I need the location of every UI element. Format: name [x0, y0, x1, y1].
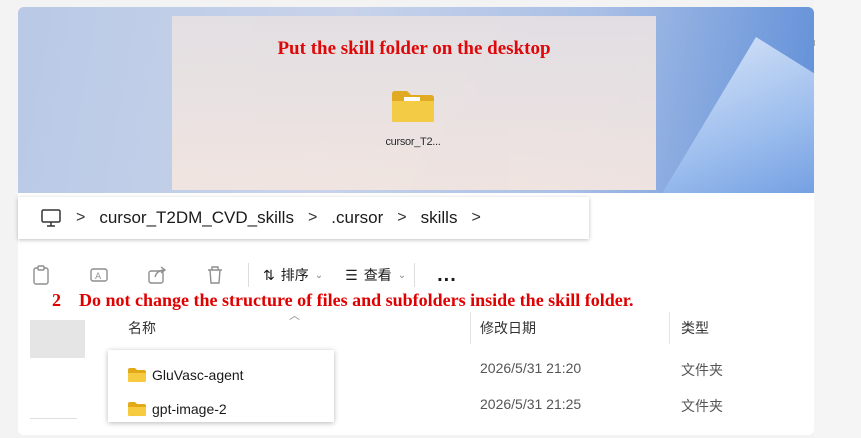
chevron-down-icon: ⌄ — [314, 269, 324, 281]
callout-title: Put the skill folder on the desktop — [277, 38, 551, 59]
view-button[interactable]: ☰ 查看 ⌄ — [345, 265, 406, 285]
share-icon[interactable] — [146, 264, 168, 286]
column-divider[interactable] — [669, 312, 670, 344]
toolbar-divider — [414, 263, 416, 287]
wallpaper-mountain — [654, 37, 814, 193]
annotation-text: Do not change the structure of files and… — [79, 290, 634, 310]
column-header-type[interactable]: 类型 — [681, 318, 709, 338]
column-header-modified[interactable]: 修改日期 — [480, 318, 536, 338]
background-edge — [814, 0, 861, 438]
nav-pane-selected-item[interactable] — [30, 320, 85, 358]
folder-icon — [128, 368, 146, 382]
view-label: 查看 — [363, 267, 392, 283]
row-type: 文件夹 — [681, 398, 723, 414]
sort-icon: ⇅ — [263, 266, 275, 283]
address-bar[interactable]: > cursor_T2DM_CVD_skills > .cursor > ski… — [18, 197, 589, 239]
breadcrumb-separator: > — [307, 209, 318, 226]
view-icon: ☰ — [345, 266, 358, 283]
svg-text:A: A — [95, 272, 102, 282]
row-type: 文件夹 — [681, 362, 723, 378]
toolbar-divider — [248, 263, 249, 287]
row-name: GluVasc-agent — [152, 367, 244, 383]
delete-icon[interactable] — [204, 264, 226, 286]
row-modified: 2026/5/31 21:20 — [480, 360, 582, 376]
annotation-note: 2 Do not change the structure of files an… — [52, 290, 634, 311]
breadcrumb-item[interactable]: .cursor — [331, 208, 383, 228]
sort-label: 排序 — [280, 267, 309, 283]
desktop-folder-label[interactable]: cursor_T2... — [368, 136, 458, 148]
table-row[interactable]: gpt-image-2 — [128, 401, 227, 417]
folder-icon — [128, 402, 146, 416]
background-tick — [814, 40, 815, 46]
paste-icon[interactable] — [30, 264, 52, 286]
computer-icon[interactable] — [40, 207, 62, 229]
breadcrumb-item[interactable]: skills — [421, 208, 458, 228]
chevron-down-icon: ⌄ — [397, 269, 407, 281]
nav-pane-divider — [30, 418, 77, 419]
column-header-name[interactable]: 名称 — [128, 318, 156, 338]
folder-icon[interactable] — [390, 88, 436, 124]
column-divider[interactable] — [470, 312, 471, 344]
row-name: gpt-image-2 — [152, 401, 227, 417]
sort-button[interactable]: ⇅ 排序 ⌄ — [263, 265, 323, 285]
annotation-number: 2 — [52, 290, 61, 310]
breadcrumb-separator[interactable]: > — [471, 209, 480, 227]
breadcrumb-item[interactable]: cursor_T2DM_CVD_skills — [99, 208, 294, 228]
row-modified: 2026/5/31 21:25 — [480, 396, 582, 412]
breadcrumb-separator: > — [76, 209, 86, 226]
table-row[interactable]: GluVasc-agent — [128, 367, 244, 383]
command-toolbar: A ⇅ 排序 ⌄ ☰ 查看 ⌄ ... — [30, 260, 790, 290]
breadcrumb-separator: > — [397, 209, 407, 226]
more-options-button[interactable]: ... — [437, 264, 457, 287]
desktop-callout: Put the skill folder on the desktop curs… — [172, 16, 656, 190]
sort-direction-icon: ︿ — [289, 310, 300, 322]
rename-icon[interactable]: A — [88, 264, 110, 286]
